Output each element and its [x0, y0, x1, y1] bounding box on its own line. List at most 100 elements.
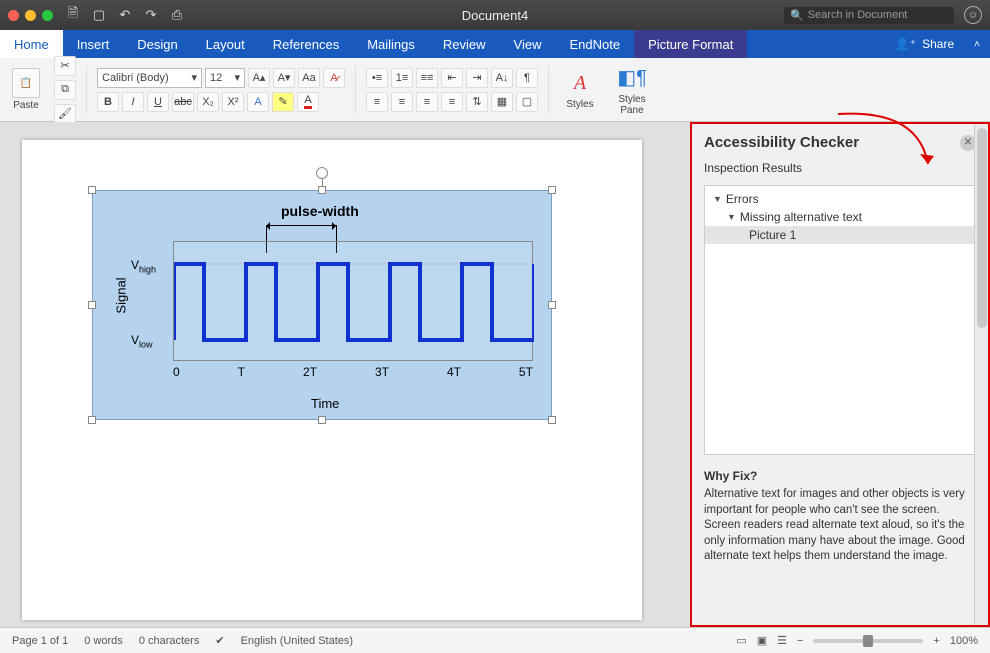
window-controls: [8, 10, 53, 21]
show-marks-button[interactable]: ¶: [516, 68, 538, 88]
status-chars[interactable]: 0 characters: [139, 635, 200, 647]
font-name-select[interactable]: Calibri (Body)▾: [97, 68, 202, 88]
styles-pane-button[interactable]: ◧¶ Styles Pane: [611, 64, 653, 116]
cut-icon[interactable]: ✂: [54, 56, 76, 76]
zoom-out-button[interactable]: −: [797, 635, 803, 647]
subscript-button[interactable]: X₂: [197, 92, 219, 112]
spellcheck-icon[interactable]: ✔︎: [215, 634, 224, 647]
resize-handle[interactable]: [318, 416, 326, 424]
resize-handle[interactable]: [88, 186, 96, 194]
page: pulse-width Signal Vhigh Vlow 0: [22, 140, 642, 620]
document-area[interactable]: pulse-width Signal Vhigh Vlow 0: [0, 122, 690, 627]
zoom-value[interactable]: 100%: [950, 635, 978, 647]
styles-gallery[interactable]: A Styles: [559, 69, 601, 110]
superscript-button[interactable]: X²: [222, 92, 244, 112]
tab-picture-format[interactable]: Picture Format: [634, 30, 747, 58]
feedback-icon[interactable]: ☺: [964, 6, 982, 24]
search-input[interactable]: 🔍 Search in Document: [784, 7, 954, 24]
tab-view[interactable]: View: [500, 30, 556, 58]
share-button[interactable]: 👤⁺ Share: [885, 30, 964, 58]
shrink-font-button[interactable]: A▾: [273, 68, 295, 88]
format-painter-icon[interactable]: 🖌: [54, 104, 76, 124]
resize-handle[interactable]: [548, 186, 556, 194]
multilevel-button[interactable]: ≡≡: [416, 68, 438, 88]
bold-button[interactable]: B: [97, 92, 119, 112]
clear-format-button[interactable]: A̷: [323, 68, 345, 88]
font-size-select[interactable]: 12 ▾: [205, 68, 245, 88]
paste-label: Paste: [13, 100, 39, 111]
status-page[interactable]: Page 1 of 1: [12, 635, 68, 647]
underline-button[interactable]: U: [147, 92, 169, 112]
resize-handle[interactable]: [318, 186, 326, 194]
chart-title: pulse-width: [281, 203, 359, 219]
resize-handle[interactable]: [548, 416, 556, 424]
view-print-icon[interactable]: ▣: [757, 634, 767, 647]
minimize-window[interactable]: [25, 10, 36, 21]
accessibility-pane: Accessibility Checker ✕ Inspection Resul…: [690, 122, 990, 627]
pane-scrollbar[interactable]: [974, 124, 988, 625]
line-spacing-button[interactable]: ⇅: [466, 92, 488, 112]
zoom-slider[interactable]: [813, 639, 923, 643]
rotate-handle[interactable]: [316, 167, 328, 179]
plot-area: [173, 241, 533, 361]
errors-label: Errors: [726, 192, 759, 206]
zoom-in-button[interactable]: +: [933, 635, 939, 647]
selected-picture[interactable]: pulse-width Signal Vhigh Vlow 0: [92, 190, 552, 420]
tree-error-item[interactable]: Picture 1: [705, 226, 975, 244]
paste-button[interactable]: 📋 Paste: [8, 68, 44, 111]
tab-review[interactable]: Review: [429, 30, 500, 58]
save-icon-2[interactable]: ▢: [89, 6, 109, 24]
undo-icon[interactable]: ↶: [115, 6, 135, 24]
align-left-button[interactable]: ≡: [366, 92, 388, 112]
copy-icon[interactable]: ⧉: [54, 80, 76, 100]
shading-button[interactable]: ▦: [491, 92, 513, 112]
highlight-button[interactable]: ✎: [272, 92, 294, 112]
results-tree[interactable]: ▼Errors ▼Missing alternative text Pictur…: [704, 185, 976, 455]
chevron-down-icon: ▾: [234, 71, 240, 84]
strike-button[interactable]: abc: [172, 92, 194, 112]
tab-design[interactable]: Design: [123, 30, 191, 58]
grow-font-button[interactable]: A▴: [248, 68, 270, 88]
status-language[interactable]: English (United States): [241, 635, 354, 647]
align-right-button[interactable]: ≡: [416, 92, 438, 112]
resize-handle[interactable]: [548, 301, 556, 309]
text-effects-button[interactable]: A: [247, 92, 269, 112]
redo-icon[interactable]: ↷: [141, 6, 161, 24]
y-axis-label: Signal: [114, 277, 129, 313]
save-icon[interactable]: 🗎: [63, 6, 83, 24]
tree-errors[interactable]: ▼Errors: [705, 190, 975, 208]
tab-endnote[interactable]: EndNote: [555, 30, 634, 58]
tab-layout[interactable]: Layout: [192, 30, 259, 58]
scroll-thumb[interactable]: [977, 128, 987, 328]
numbering-button[interactable]: 1≡: [391, 68, 413, 88]
font-color-button[interactable]: A: [297, 92, 319, 112]
italic-button[interactable]: I: [122, 92, 144, 112]
resize-handle[interactable]: [88, 416, 96, 424]
pane-title: Accessibility Checker: [704, 134, 859, 151]
align-center-button[interactable]: ≡: [391, 92, 413, 112]
font-size-value: 12: [210, 72, 222, 84]
print-icon[interactable]: ⎙: [167, 6, 187, 24]
tab-home[interactable]: Home: [0, 30, 63, 58]
increase-indent-button[interactable]: ⇥: [466, 68, 488, 88]
tab-insert[interactable]: Insert: [63, 30, 124, 58]
borders-button[interactable]: ▢: [516, 92, 538, 112]
view-web-icon[interactable]: ☰: [777, 634, 787, 647]
justify-button[interactable]: ≡: [441, 92, 463, 112]
pw-span: [266, 225, 336, 226]
zoom-thumb[interactable]: [863, 635, 873, 647]
view-focus-icon[interactable]: ▭: [736, 634, 746, 647]
change-case-button[interactable]: Aa: [298, 68, 320, 88]
tree-error-type[interactable]: ▼Missing alternative text: [705, 208, 975, 226]
tab-references[interactable]: References: [259, 30, 353, 58]
bullets-button[interactable]: •≡: [366, 68, 388, 88]
close-window[interactable]: [8, 10, 19, 21]
maximize-window[interactable]: [42, 10, 53, 21]
resize-handle[interactable]: [88, 301, 96, 309]
decrease-indent-button[interactable]: ⇤: [441, 68, 463, 88]
share-label: Share: [922, 37, 954, 51]
sort-button[interactable]: A↓: [491, 68, 513, 88]
tab-mailings[interactable]: Mailings: [353, 30, 429, 58]
status-words[interactable]: 0 words: [84, 635, 123, 647]
collapse-ribbon[interactable]: ˄: [964, 30, 990, 58]
